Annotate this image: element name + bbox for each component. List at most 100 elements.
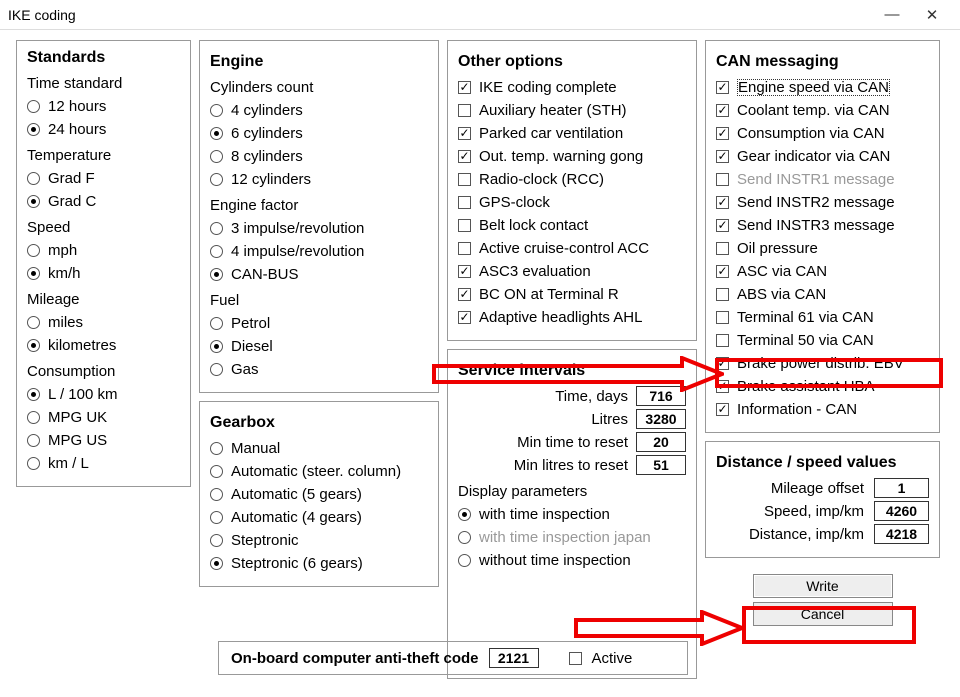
other-option[interactable]: Adaptive headlights AHL	[458, 307, 686, 327]
gearbox-option[interactable]: Steptronic	[210, 530, 428, 550]
write-button[interactable]: Write	[753, 574, 893, 598]
service-value[interactable]: 3280	[636, 409, 686, 429]
other-option[interactable]: Belt lock contact	[458, 215, 686, 235]
option-label: kilometres	[48, 337, 116, 354]
minimize-button[interactable]: —	[872, 6, 912, 23]
can-option[interactable]: Engine speed via CAN	[716, 77, 929, 97]
speed-unit-option[interactable]: km/h	[27, 263, 180, 283]
can-option[interactable]: Send INSTR3 message	[716, 215, 929, 235]
anti-theft-active-checkbox[interactable]	[569, 652, 582, 665]
time-standard-option[interactable]: 24 hours	[27, 119, 180, 139]
option-label: Send INSTR3 message	[737, 217, 895, 234]
engine-factor-option[interactable]: 4 impulse/revolution	[210, 241, 428, 261]
checkbox-icon	[458, 173, 471, 186]
can-option[interactable]: ASC via CAN	[716, 261, 929, 281]
option-label: Information - CAN	[737, 401, 857, 418]
checkbox-icon	[458, 196, 471, 209]
cylinders-option[interactable]: 6 cylinders	[210, 123, 428, 143]
option-label: Steptronic (6 gears)	[231, 555, 363, 572]
can-option[interactable]: Terminal 61 via CAN	[716, 307, 929, 327]
can-option[interactable]: Oil pressure	[716, 238, 929, 258]
other-option[interactable]: ASC3 evaluation	[458, 261, 686, 281]
consumption-unit-option[interactable]: km / L	[27, 453, 180, 473]
service-value[interactable]: 716	[636, 386, 686, 406]
service-label: Min time to reset	[458, 434, 628, 451]
cylinders-option[interactable]: 4 cylinders	[210, 100, 428, 120]
gearbox-option[interactable]: Automatic (4 gears)	[210, 507, 428, 527]
other-option[interactable]: Auxiliary heater (STH)	[458, 100, 686, 120]
speed-unit-option[interactable]: mph	[27, 240, 180, 260]
anti-theft-code[interactable]: 2121	[489, 648, 539, 668]
service-row: Time, days716	[458, 386, 686, 406]
close-button[interactable]: ✕	[912, 6, 952, 24]
option-label: with time inspection	[479, 506, 610, 523]
can-option[interactable]: Coolant temp. via CAN	[716, 100, 929, 120]
gearbox-option[interactable]: Automatic (5 gears)	[210, 484, 428, 504]
radio-icon	[27, 316, 40, 329]
distance-value[interactable]: 4218	[874, 524, 929, 544]
can-option[interactable]: ABS via CAN	[716, 284, 929, 304]
checkbox-icon	[716, 196, 729, 209]
radio-icon	[210, 465, 223, 478]
service-value[interactable]: 51	[636, 455, 686, 475]
radio-icon	[27, 244, 40, 257]
service-row: Litres3280	[458, 409, 686, 429]
radio-icon	[210, 363, 223, 376]
engine-factor-option[interactable]: 3 impulse/revolution	[210, 218, 428, 238]
consumption-unit-option[interactable]: L / 100 km	[27, 384, 180, 404]
mileage-unit-option[interactable]: kilometres	[27, 335, 180, 355]
other-option[interactable]: Active cruise-control ACC	[458, 238, 686, 258]
distance-value[interactable]: 1	[874, 478, 929, 498]
service-value[interactable]: 20	[636, 432, 686, 452]
checkbox-icon	[458, 265, 471, 278]
gearbox-option[interactable]: Steptronic (6 gears)	[210, 553, 428, 573]
checkbox-icon	[716, 127, 729, 140]
radio-icon	[210, 442, 223, 455]
service-intervals-group: Service intervals Time, days716Litres328…	[447, 349, 697, 679]
temperature-option[interactable]: Grad C	[27, 191, 180, 211]
display-param-option[interactable]: with time inspection	[458, 504, 686, 524]
can-option[interactable]: Brake assistant HBA	[716, 376, 929, 396]
other-option[interactable]: IKE coding complete	[458, 77, 686, 97]
can-option[interactable]: Send INSTR2 message	[716, 192, 929, 212]
mileage-unit-option[interactable]: miles	[27, 312, 180, 332]
cancel-button[interactable]: Cancel	[753, 602, 893, 626]
option-label: Send INSTR2 message	[737, 194, 895, 211]
distance-row: Speed, imp/km4260	[716, 501, 929, 521]
can-option[interactable]: Consumption via CAN	[716, 123, 929, 143]
radio-icon	[210, 173, 223, 186]
cylinders-option[interactable]: 8 cylinders	[210, 146, 428, 166]
fuel-option[interactable]: Diesel	[210, 336, 428, 356]
checkbox-icon	[716, 265, 729, 278]
radio-icon	[210, 340, 223, 353]
can-option[interactable]: Brake power distrib. EBV	[716, 353, 929, 373]
other-option[interactable]: Parked car ventilation	[458, 123, 686, 143]
other-option[interactable]: BC ON at Terminal R	[458, 284, 686, 304]
radio-icon	[27, 123, 40, 136]
gearbox-option[interactable]: Automatic (steer. column)	[210, 461, 428, 481]
fuel-option[interactable]: Petrol	[210, 313, 428, 333]
consumption-unit-option[interactable]: MPG UK	[27, 407, 180, 427]
engine-factor-option[interactable]: CAN-BUS	[210, 264, 428, 284]
other-option[interactable]: GPS-clock	[458, 192, 686, 212]
temperature-option[interactable]: Grad F	[27, 168, 180, 188]
cylinders-option[interactable]: 12 cylinders	[210, 169, 428, 189]
time-standard-option[interactable]: 12 hours	[27, 96, 180, 116]
can-option[interactable]: Terminal 50 via CAN	[716, 330, 929, 350]
consumption-unit-option[interactable]: MPG US	[27, 430, 180, 450]
distance-value[interactable]: 4260	[874, 501, 929, 521]
gearbox-title: Gearbox	[210, 414, 428, 432]
option-label: mph	[48, 242, 77, 259]
checkbox-icon	[458, 288, 471, 301]
can-option[interactable]: Information - CAN	[716, 399, 929, 419]
radio-icon	[210, 104, 223, 117]
distance-label: Distance, imp/km	[749, 526, 864, 543]
gearbox-option[interactable]: Manual	[210, 438, 428, 458]
other-option[interactable]: Out. temp. warning gong	[458, 146, 686, 166]
service-label: Min litres to reset	[458, 457, 628, 474]
other-option[interactable]: Radio-clock (RCC)	[458, 169, 686, 189]
fuel-option[interactable]: Gas	[210, 359, 428, 379]
service-row: Min time to reset 20	[458, 432, 686, 452]
can-option[interactable]: Gear indicator via CAN	[716, 146, 929, 166]
display-param-option[interactable]: without time inspection	[458, 550, 686, 570]
